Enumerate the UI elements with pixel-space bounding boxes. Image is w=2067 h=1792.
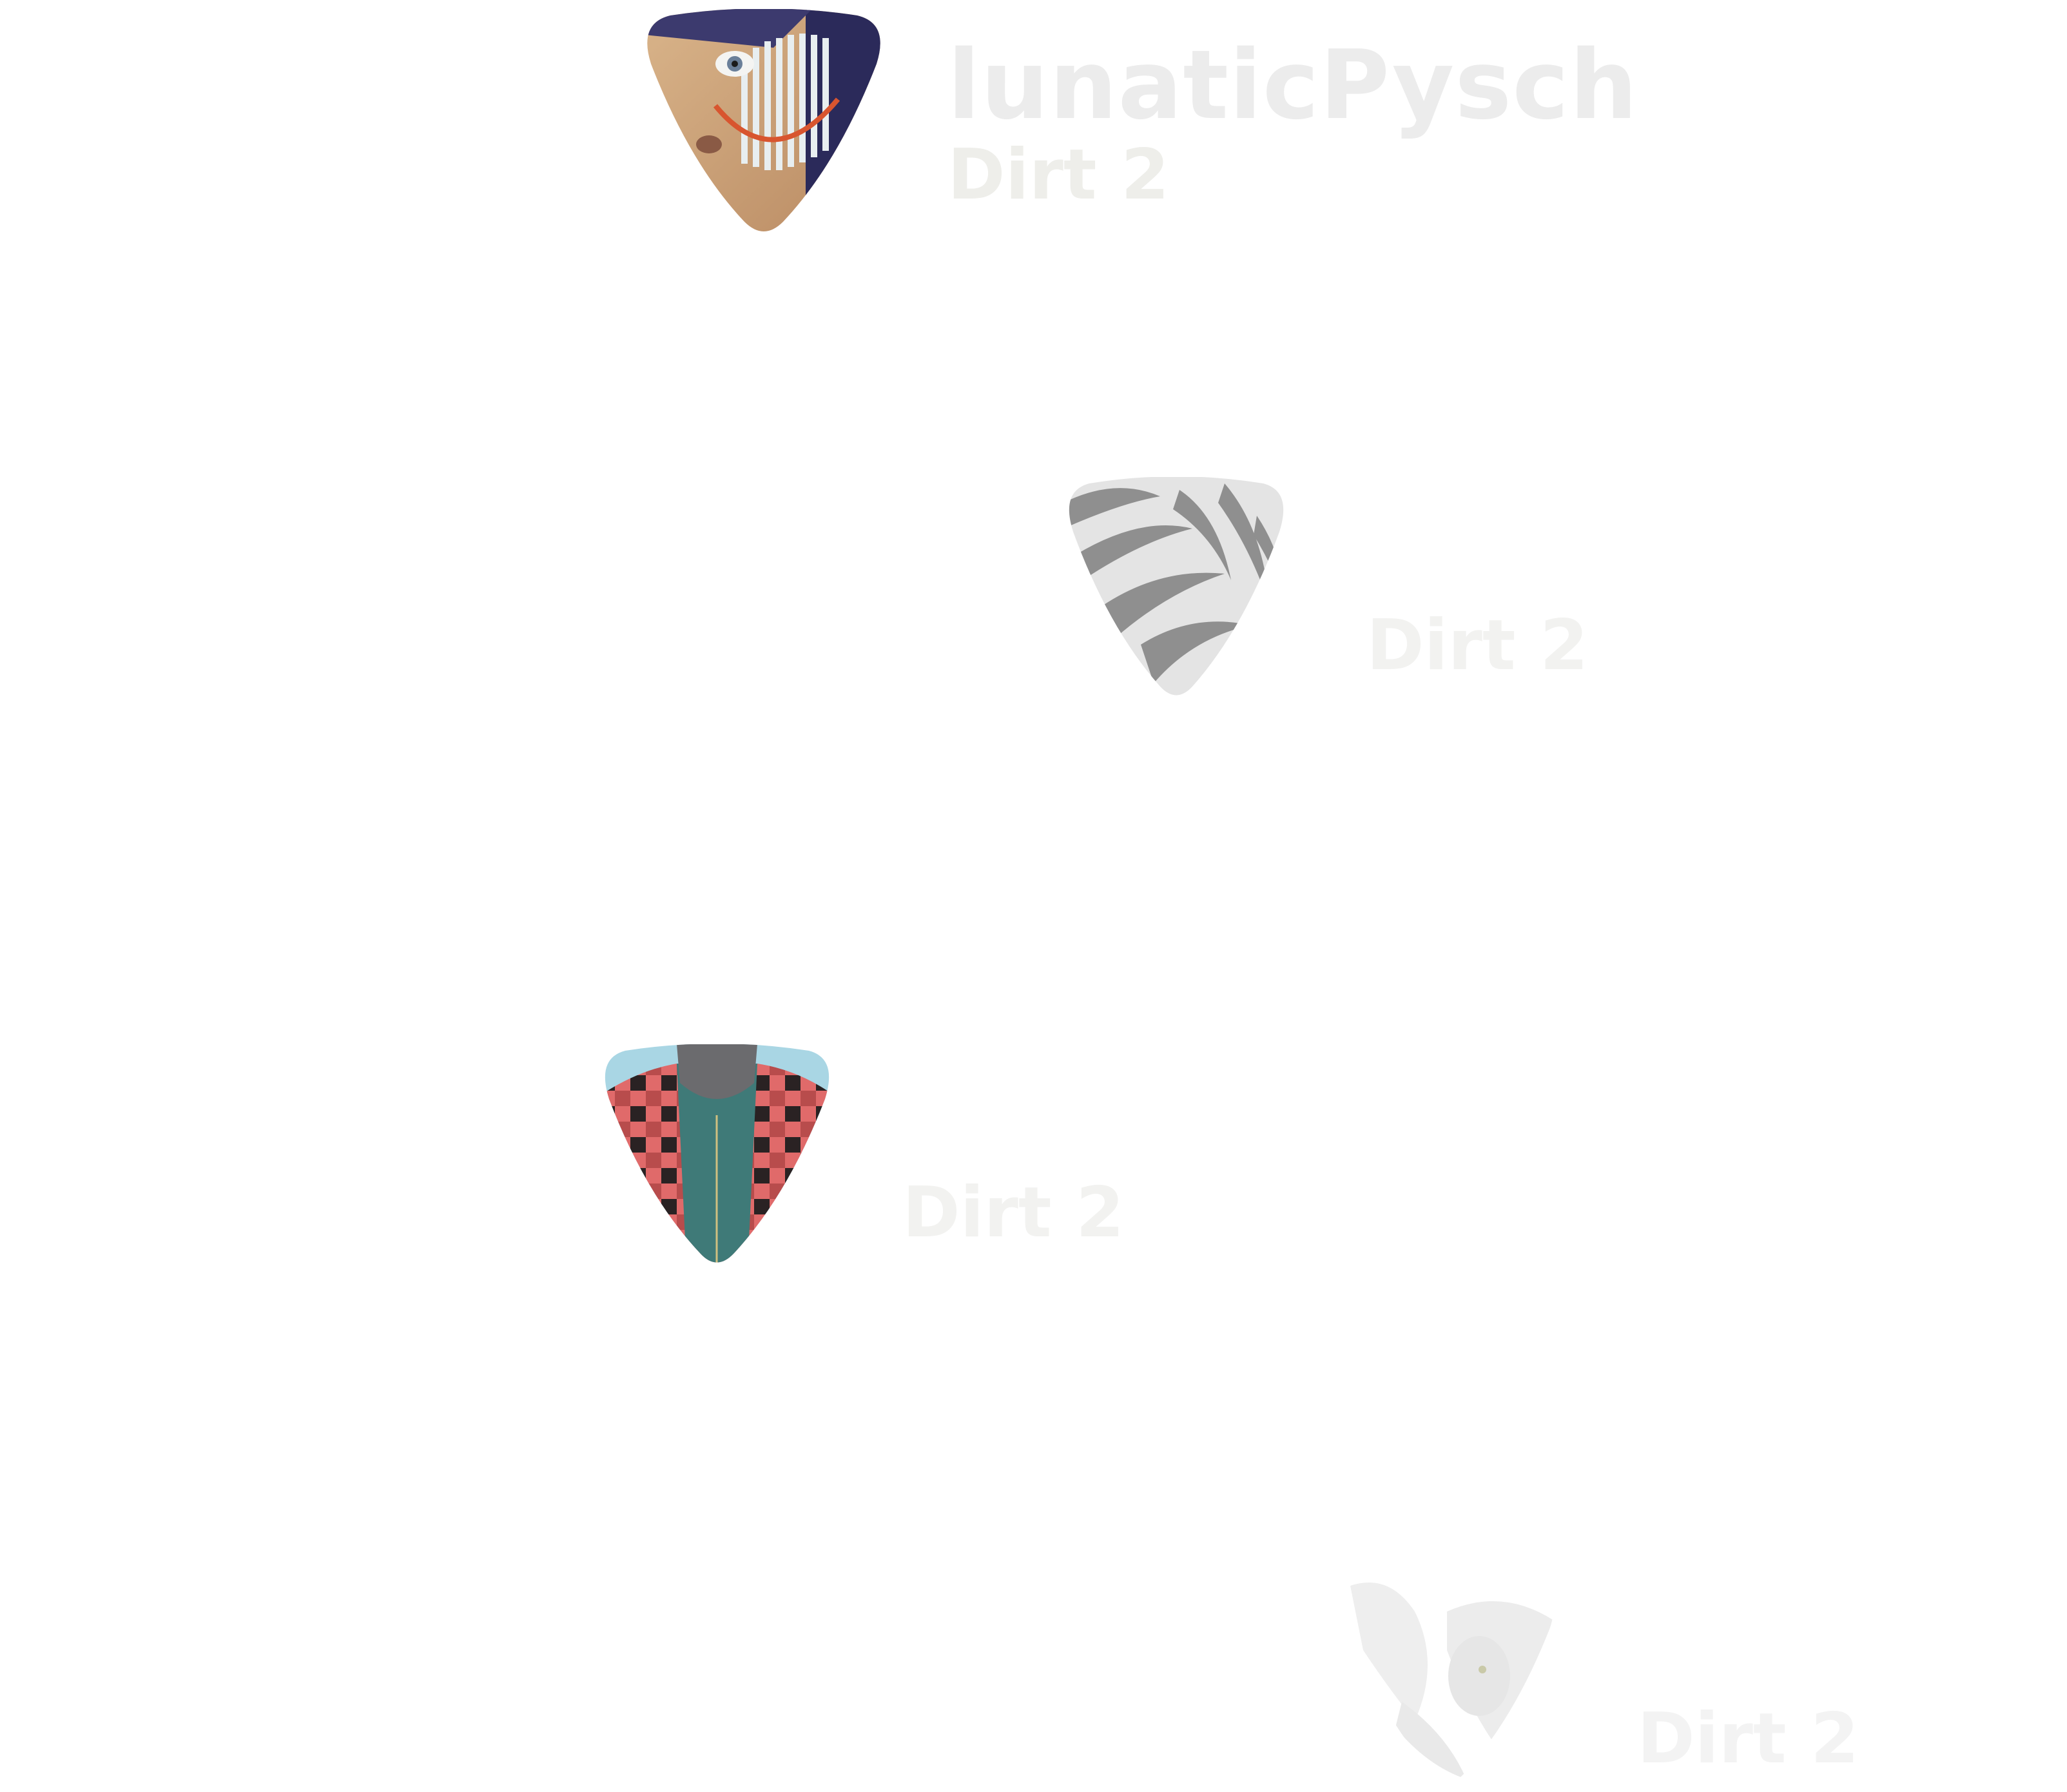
painted-face-artwork-icon[interactable] — [645, 9, 883, 235]
album-name: Dirt 2 — [902, 1173, 1125, 1253]
track-item-3[interactable]: Dirt 2 — [0, 1018, 2067, 1289]
zebra-pattern-artwork-icon[interactable] — [1063, 477, 1289, 699]
white-owl-artwork-icon[interactable] — [1337, 1573, 1560, 1786]
artist-name: lunaticPysch — [947, 30, 1638, 141]
track-item-2[interactable]: Dirt 2 — [0, 451, 2067, 722]
album-name: Dirt 2 — [1366, 605, 1589, 686]
track-item-4[interactable]: Dirt 2 — [0, 1560, 2067, 1792]
album-name: Dirt 2 — [947, 135, 1170, 215]
track-item-1[interactable]: lunaticPysch Dirt 2 — [0, 0, 2067, 258]
plaid-shirt-artwork-icon[interactable] — [599, 1044, 835, 1267]
album-name: Dirt 2 — [1637, 1699, 1859, 1779]
